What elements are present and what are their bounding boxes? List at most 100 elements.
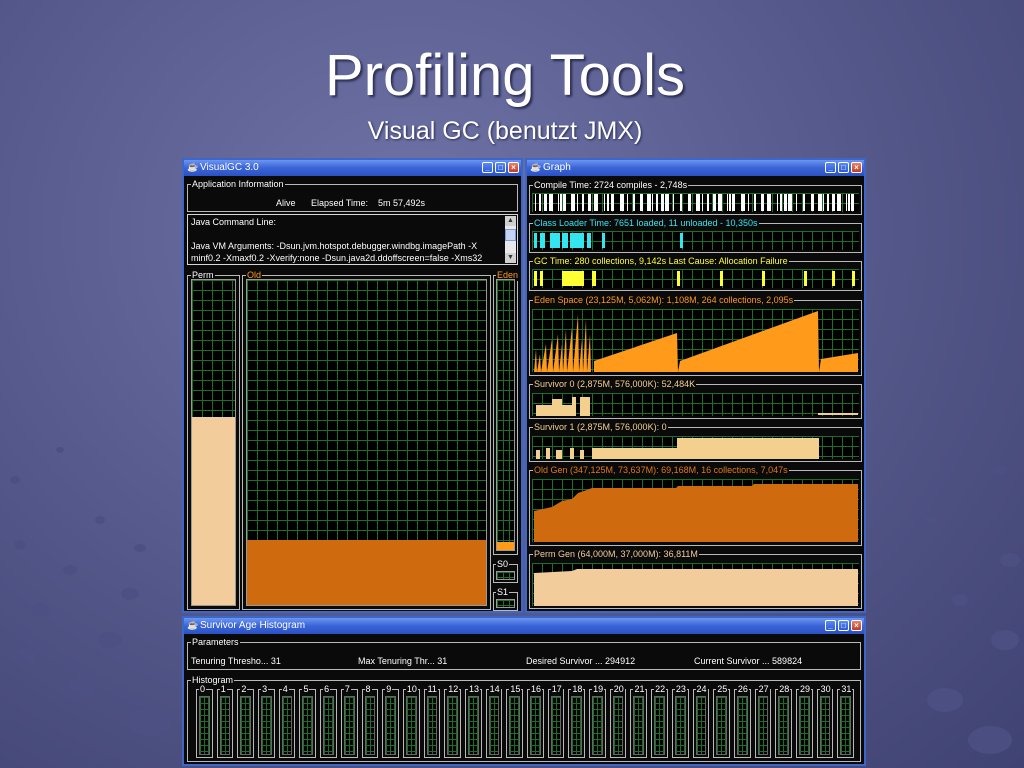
- class-loader-spike: [570, 233, 584, 248]
- close-button[interactable]: ×: [851, 162, 862, 173]
- class-loader-spike: [602, 233, 605, 248]
- gc-time-spike: [720, 271, 723, 286]
- class-loader-label: Class Loader Time: 7651 loaded, 11 unloa…: [533, 217, 759, 229]
- compile-spike: [796, 194, 797, 211]
- histogram-bin-grid: [612, 696, 624, 755]
- compile-spike: [571, 194, 575, 211]
- compile-spike: [594, 194, 598, 211]
- compile-spike: [788, 194, 792, 211]
- maximize-button[interactable]: □: [838, 162, 849, 173]
- histogram-bin-grid: [592, 696, 603, 755]
- histogram-bin-grid: [654, 696, 665, 755]
- gc-time-spike: [762, 271, 765, 286]
- histogram-bin-grid: [467, 696, 479, 755]
- survivor0-baseline: [818, 413, 858, 415]
- histogram-titlebar[interactable]: ☕ Survivor Age Histogram _ □ ×: [184, 618, 864, 634]
- histogram-bin-label: 14: [488, 683, 501, 695]
- graph-titlebar[interactable]: ☕ Graph _ □ ×: [527, 160, 864, 176]
- histogram-bin: 8: [361, 683, 379, 758]
- compile-spike: [558, 194, 559, 211]
- elapsed-value: 5m 57,492s: [378, 198, 426, 208]
- scroll-down-button[interactable]: ▼: [505, 253, 516, 263]
- histogram-bin-label: 19: [592, 683, 605, 695]
- compile-spike: [823, 194, 824, 211]
- survivor1-block: [592, 448, 677, 459]
- compile-spike: [846, 194, 847, 211]
- survivor0-panel: Survivor 0 (2,875M, 576,000K): 52,484K: [529, 378, 862, 419]
- compile-spike: [620, 194, 624, 211]
- histogram-bin-label: 18: [571, 683, 584, 695]
- s1-grid: [496, 599, 515, 608]
- histogram-bin-label: 27: [757, 683, 770, 695]
- histogram-bin-label: 13: [467, 683, 480, 695]
- histogram-bin-label: 22: [654, 683, 667, 695]
- visualgc-titlebar[interactable]: ☕ VisualGC 3.0 _ □ ×: [184, 160, 521, 176]
- vertical-scrollbar[interactable]: ▲ ▼: [505, 216, 516, 263]
- minimize-button[interactable]: _: [482, 162, 493, 173]
- compile-spike: [633, 194, 635, 211]
- histogram-bin: 3: [258, 683, 275, 758]
- slide-subtitle: Visual GC (benutzt JMX): [367, 117, 643, 145]
- histogram-bin-label: 17: [550, 683, 563, 695]
- histogram-bin: 29: [795, 683, 813, 758]
- perm-gen-area: [534, 569, 858, 606]
- compile-spike: [680, 194, 682, 211]
- compile-spike: [607, 194, 609, 211]
- histogram-bin-grid: [736, 696, 748, 755]
- histogram-bin-grid: [302, 696, 314, 755]
- compile-spike: [784, 194, 787, 211]
- compile-spike: [661, 194, 664, 211]
- minimize-button[interactable]: _: [825, 162, 836, 173]
- histogram-bin: 19: [589, 683, 606, 758]
- histogram-bin: 18: [568, 683, 586, 758]
- compile-spike: [688, 194, 691, 211]
- class-loader-spike: [550, 233, 560, 248]
- histogram-bin: 27: [754, 683, 772, 758]
- histogram-bin: 16: [527, 683, 544, 758]
- histogram-bin-label: 30: [819, 683, 832, 695]
- compile-spike: [727, 194, 728, 211]
- compile-spike: [673, 194, 674, 211]
- histogram-bin-grid: [550, 696, 562, 755]
- histogram-bin-label: 28: [778, 683, 791, 695]
- histogram-bin: 2: [237, 683, 255, 758]
- perm-fill-bar: [192, 416, 235, 605]
- app-info-panel: Application Information Alive Elapsed Ti…: [187, 178, 518, 212]
- compile-spike: [827, 194, 829, 211]
- compile-time-graph: [532, 193, 859, 212]
- histogram-bin: 10: [402, 683, 420, 758]
- minimize-button[interactable]: _: [825, 620, 836, 631]
- histogram-bin: 20: [609, 683, 627, 758]
- histogram-window: ☕ Survivor Age Histogram _ □ × Parameter…: [182, 616, 866, 766]
- scroll-up-button[interactable]: ▲: [505, 216, 516, 226]
- histogram-bin: 15: [506, 683, 523, 758]
- histogram-bin: 28: [775, 683, 792, 758]
- close-button[interactable]: ×: [851, 620, 862, 631]
- compile-spike: [818, 194, 822, 211]
- histogram-bin-grid: [716, 696, 727, 755]
- maximize-button[interactable]: □: [838, 620, 849, 631]
- histogram-bin-label: 1: [219, 683, 227, 695]
- histogram-bin: 13: [464, 683, 482, 758]
- compile-spike: [748, 194, 749, 211]
- histogram-bin-grid: [281, 696, 293, 755]
- class-loader-spike: [587, 233, 591, 248]
- gc-time-spike: [540, 271, 543, 286]
- histogram-bin-grid: [240, 696, 252, 755]
- histogram-bin-grid: [530, 696, 541, 755]
- maximize-button[interactable]: □: [495, 162, 506, 173]
- java-cup-icon: ☕: [530, 162, 542, 172]
- compile-spike: [647, 194, 651, 211]
- histogram-bin-label: 7: [343, 683, 351, 695]
- compile-spike: [702, 194, 703, 211]
- compile-spike: [577, 194, 578, 211]
- close-button[interactable]: ×: [508, 162, 519, 173]
- histogram-panel: Histogram 0 1 2 3 4 5 6 7 8 9 10 11 12 13 14 15 16 17 18 19…: [187, 674, 861, 762]
- survivor1-label: Survivor 1 (2,875M, 576,000K): 0: [533, 421, 668, 433]
- histogram-bin-grid: [405, 696, 417, 755]
- histogram-bin-grid: [447, 696, 458, 755]
- scroll-thumb[interactable]: [505, 229, 516, 241]
- histogram-bin-label: 15: [509, 683, 522, 695]
- compile-spike: [640, 194, 643, 211]
- compile-spike: [761, 194, 764, 211]
